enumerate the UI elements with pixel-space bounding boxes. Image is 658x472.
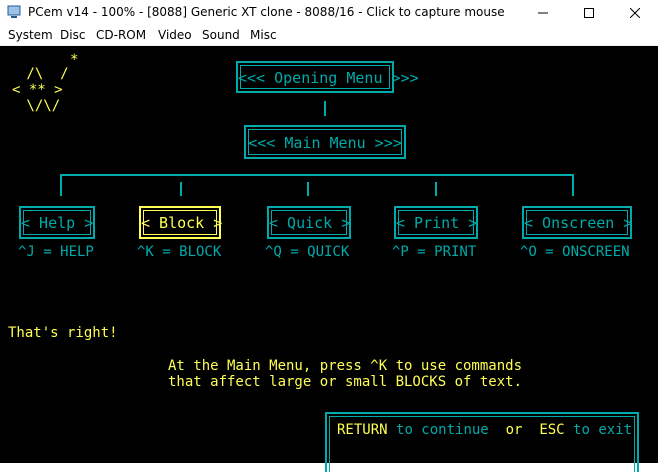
minimize-icon xyxy=(538,12,548,13)
close-icon xyxy=(630,7,640,18)
logo-line-3: \/\/ xyxy=(18,98,61,114)
close-button[interactable] xyxy=(612,0,658,25)
return-key-label: RETURN xyxy=(337,422,388,438)
title-bar[interactable]: PCem v14 - 100% - [8088] Generic XT clon… xyxy=(0,0,658,25)
branch-horizontal-line xyxy=(60,174,574,176)
menu-misc[interactable]: Misc xyxy=(250,28,277,42)
branch-drop-block xyxy=(180,182,182,196)
branch-drop-help xyxy=(60,174,62,196)
logo-line-1: /\ / xyxy=(18,66,69,82)
opening-menu-box: <<< Opening Menu >>> xyxy=(236,61,419,93)
branch-drop-print xyxy=(435,182,437,196)
help-label: < Help > xyxy=(21,214,94,232)
onscreen-key-hint: ^O = ONSCREEN xyxy=(520,244,630,260)
or-text: or xyxy=(505,422,523,438)
onscreen-label: < Onscreen > xyxy=(524,214,633,232)
help-box: < Help > xyxy=(19,206,95,239)
menu-cd-rom[interactable]: CD-ROM xyxy=(96,28,146,42)
menu-video[interactable]: Video xyxy=(158,28,192,42)
logo-line-2: < ** > xyxy=(12,82,63,98)
to-exit-text: to exit xyxy=(573,422,633,438)
footer-prompt: RETURN to continue or ESC to exit xyxy=(337,422,632,438)
emulator-screen[interactable]: /\ / < ** > \/\/ * <<< Opening Menu >>> … xyxy=(0,46,658,472)
pcem-app-icon xyxy=(7,5,21,18)
block-label: < Block > xyxy=(141,214,223,232)
menu-disc[interactable]: Disc xyxy=(60,28,85,42)
menu-system[interactable]: System xyxy=(8,28,53,42)
logo-star: * xyxy=(70,52,79,68)
branch-drop-quick xyxy=(307,182,309,196)
connector-opening-main xyxy=(324,101,326,116)
branch-drop-onscreen xyxy=(572,174,574,196)
print-box: < Print > xyxy=(394,206,478,239)
print-key-hint: ^P = PRINT xyxy=(392,244,477,260)
quick-box: < Quick > xyxy=(267,206,351,239)
quick-key-hint: ^Q = QUICK xyxy=(265,244,350,260)
instruction-line-2: that affect large or small BLOCKS of tex… xyxy=(168,374,523,390)
block-key-hint: ^K = BLOCK xyxy=(137,244,222,260)
maximize-button[interactable] xyxy=(566,0,612,25)
instruction-line-1: At the Main Menu, press ^K to use comman… xyxy=(168,358,523,374)
quick-label: < Quick > xyxy=(269,214,351,232)
esc-key-label: ESC xyxy=(539,422,565,438)
feedback-text: That's right! xyxy=(8,325,118,341)
menu-sound[interactable]: Sound xyxy=(202,28,240,42)
help-key-hint: ^J = HELP xyxy=(18,244,94,260)
maximize-icon xyxy=(584,7,594,18)
main-menu-box: <<< Main Menu >>> xyxy=(244,125,406,159)
to-continue-text: to continue xyxy=(396,422,489,438)
menu-bar: System Disc CD-ROM Video Sound Misc xyxy=(0,25,658,46)
block-box-selected: < Block > xyxy=(139,206,223,239)
footer-box xyxy=(325,412,639,472)
window-title: PCem v14 - 100% - [8088] Generic XT clon… xyxy=(28,5,505,19)
print-label: < Print > xyxy=(396,214,478,232)
opening-menu-label: <<< Opening Menu >>> xyxy=(238,69,419,87)
onscreen-box: < Onscreen > xyxy=(522,206,632,239)
main-menu-label: <<< Main Menu >>> xyxy=(248,134,402,152)
minimize-button[interactable] xyxy=(520,0,566,25)
